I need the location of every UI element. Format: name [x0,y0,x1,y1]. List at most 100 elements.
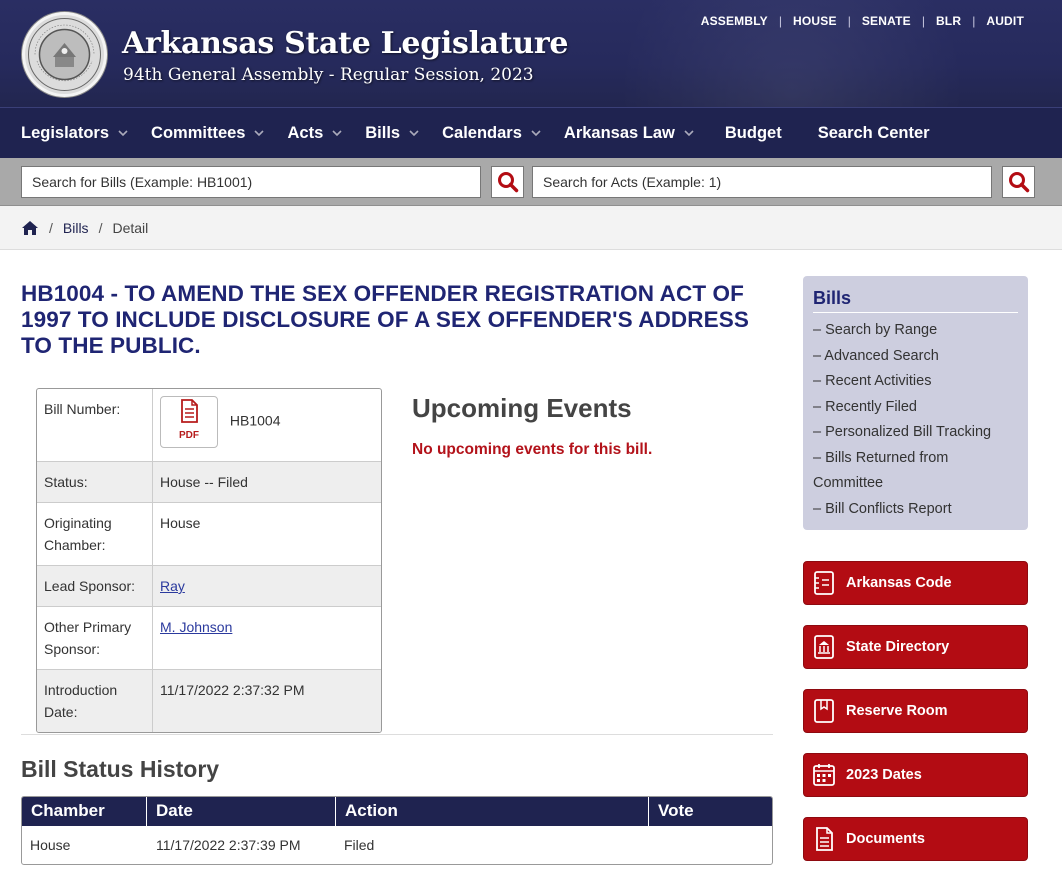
nav-item-committees[interactable]: Committees [151,124,265,143]
nav-item-legislators[interactable]: Legislators [21,124,129,143]
nav-item-acts[interactable]: Acts [287,124,343,143]
top-link-assembly[interactable]: ASSEMBLY [701,14,768,28]
info-label: Bill Number: [37,389,153,461]
top-link-blr[interactable]: BLR [936,14,961,28]
nav-item-budget[interactable]: Budget [725,124,782,143]
button-label: 2023 Dates [846,767,922,783]
nav-item-label: Search Center [817,123,930,142]
nav-item-label: Bills [365,123,401,142]
chevron-down-icon [409,130,419,137]
state-directory-button[interactable]: State Directory [803,625,1028,669]
other-primary-sponsor-row: Other Primary Sponsor: M. Johnson [37,607,381,670]
nav-item-label: Calendars [442,123,522,142]
breadcrumb-bills-link[interactable]: Bills [63,220,89,236]
site-title[interactable]: Arkansas State Legislature [122,26,568,61]
top-link-separator: | [847,14,851,28]
sidebar-link-recent-activities[interactable]: – Recent Activities [813,369,1018,395]
cell-date: 11/17/2022 2:37:39 PM [156,837,301,853]
status-value: House -- Filed [160,474,248,490]
pdf-document-icon [181,398,198,423]
nav-item-bills[interactable]: Bills [365,124,420,143]
arkansas-code-button[interactable]: Arkansas Code [803,561,1028,605]
site-subtitle: 94th General Assembly - Regular Session,… [123,65,534,85]
sidebar-link-personalized-tracking[interactable]: – Personalized Bill Tracking [813,420,1018,446]
info-label: Originating Chamber: [37,503,153,565]
sidebar-link-bill-conflicts[interactable]: – Bill Conflicts Report [813,497,1018,523]
column-header-date[interactable]: Date [147,797,336,826]
lead-sponsor-link[interactable]: Ray [160,578,185,594]
search-icon [1008,172,1029,193]
upcoming-events-heading: Upcoming Events [412,393,632,423]
upcoming-events-message: No upcoming events for this bill. [412,441,653,458]
site-header: Arkansas State Legislature 94th General … [0,0,1062,107]
top-link-senate[interactable]: SENATE [862,14,911,28]
introduction-date-row: Introduction Date: 11/17/2022 2:37:32 PM [37,670,381,732]
search-icon [497,172,518,193]
other-primary-sponsor-link[interactable]: M. Johnson [160,619,232,635]
reserve-room-button[interactable]: Reserve Room [803,689,1028,733]
column-header-chamber[interactable]: Chamber [22,797,147,826]
home-icon[interactable] [21,220,39,236]
documents-icon [812,826,836,852]
breadcrumb-current: Detail [112,219,149,236]
column-header-action[interactable]: Action [336,797,649,826]
dates-2023-button[interactable]: 2023 Dates [803,753,1028,797]
top-link-audit[interactable]: AUDIT [986,14,1024,28]
top-link-house[interactable]: HOUSE [793,14,837,28]
chevron-down-icon [531,130,541,137]
bookmark-icon [812,698,836,724]
info-value: M. Johnson [153,607,381,669]
breadcrumb-separator: / [49,219,53,236]
button-label: Arkansas Code [846,575,952,591]
cell-action: Filed [344,837,375,853]
chevron-down-icon [684,130,694,137]
section-divider [21,734,773,735]
info-label: Status: [37,462,153,502]
sidebar-link-bills-returned[interactable]: – Bills Returned from Committee [813,446,1018,497]
act-search-button[interactable] [1002,166,1035,198]
introduction-date-value: 11/17/2022 2:37:32 PM [160,682,305,698]
nav-item-calendars[interactable]: Calendars [442,124,542,143]
top-link-separator: | [972,14,976,28]
bill-status-history-heading: Bill Status History [21,756,220,782]
nav-item-label: Budget [724,123,782,142]
calendar-icon [812,762,836,788]
info-value: PDF HB1004 [153,389,381,461]
page-title: HB1004 - TO AMEND THE SEX OFFENDER REGIS… [21,281,749,358]
button-label: Documents [846,831,925,847]
top-links: ASSEMBLY | HOUSE | SENATE | BLR | AUDIT [701,14,1024,28]
sidebar-link-search-by-range[interactable]: – Search by Range [813,318,1018,344]
pdf-download-button[interactable]: PDF [160,396,218,448]
column-header-vote[interactable]: Vote [649,797,772,826]
sidebar-bills-title: Bills [813,288,1018,313]
originating-chamber-value: House [160,515,201,531]
table-row: House 11/17/2022 2:37:39 PM Filed [22,826,772,864]
state-seal-logo[interactable] [22,12,107,97]
documents-button[interactable]: Documents [803,817,1028,861]
bill-status-history-table: Chamber Date Action Vote House 11/17/202… [21,796,773,865]
nav-item-label: Committees [151,123,246,142]
originating-chamber-row: Originating Chamber: House [37,503,381,566]
breadcrumb-separator: / [98,219,103,236]
button-label: State Directory [846,639,950,655]
main-navigation: Legislators Committees Acts Bills Calend… [0,107,1062,158]
bill-search-button[interactable] [491,166,524,198]
chevron-down-icon [332,130,342,137]
bill-number-row: Bill Number: PDF HB1004 [37,389,381,462]
sidebar-bills-panel: Bills – Search by Range – Advanced Searc… [803,276,1028,530]
lead-sponsor-row: Lead Sponsor: Ray [37,566,381,607]
act-search-input[interactable]: Search for Acts (Example: 1) [532,166,992,198]
info-label: Other Primary Sponsor: [37,607,153,669]
sidebar-link-advanced-search[interactable]: – Advanced Search [813,344,1018,370]
nav-item-label: Arkansas Law [563,123,675,142]
bill-number-value: HB1004 [229,412,281,429]
nav-item-search-center[interactable]: Search Center [818,124,930,143]
search-bar: Search for Bills (Example: HB1001) Searc… [0,158,1062,206]
nav-item-arkansas-law[interactable]: Arkansas Law [564,124,695,143]
button-label: Reserve Room [846,703,948,719]
info-value: Ray [153,566,381,606]
breadcrumb: / Bills / Detail [0,206,1062,250]
bill-search-input[interactable]: Search for Bills (Example: HB1001) [21,166,481,198]
status-row: Status: House -- Filed [37,462,381,503]
sidebar-link-recently-filed[interactable]: – Recently Filed [813,395,1018,421]
